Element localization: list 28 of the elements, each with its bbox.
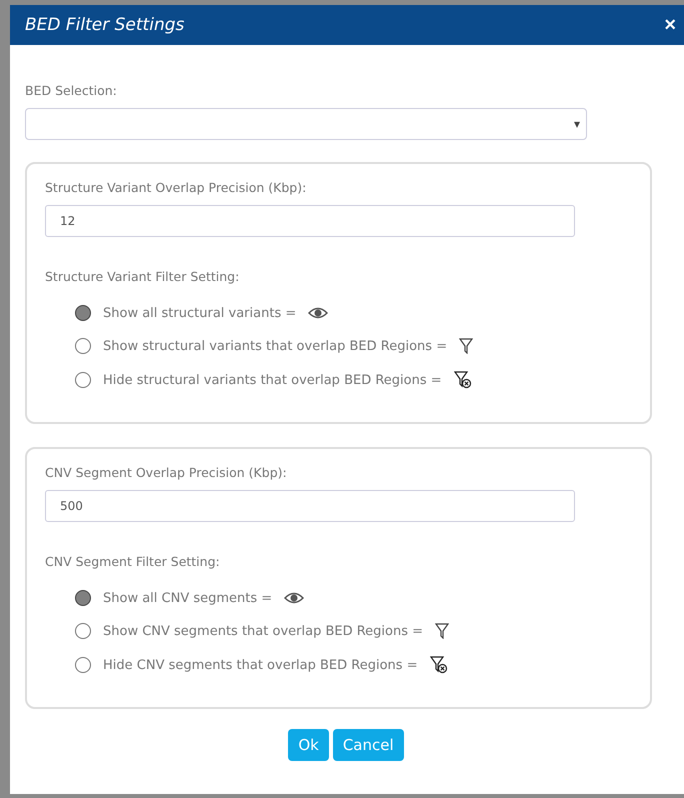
option-label: Show all structural variants = [103, 306, 296, 320]
field-label: Structure Variant Overlap Precision (Kbp): [45, 180, 308, 195]
field-label: CNV Segment Overlap Precision (Kbp): [45, 465, 288, 480]
radio-button[interactable] [75, 623, 91, 639]
radio-button[interactable] [75, 372, 91, 388]
option-label: Show all CNV segments = [103, 590, 272, 606]
precision-field[interactable]: 500 [45, 490, 575, 522]
dialog-title: BED Filter Settings [25, 15, 184, 35]
filter-remove-icon [454, 371, 472, 389]
radio-button[interactable] [75, 305, 91, 321]
bed-select[interactable]: ▾ [25, 108, 587, 140]
close-button[interactable]: × [664, 15, 676, 35]
radio-button[interactable] [75, 590, 91, 606]
filter-icon [459, 338, 474, 354]
field-label: BED Selection: [25, 83, 118, 98]
filter-remove-icon [430, 656, 448, 674]
option-label: Hide CNV segments that overlap BED Regions = [103, 658, 418, 672]
precision-field[interactable]: 12 [45, 205, 575, 237]
group-label: CNV Segment Filter Setting: [45, 554, 221, 569]
eye-icon [284, 592, 304, 604]
radio-button[interactable] [75, 338, 91, 354]
option-label: Hide structural variants that overlap BED Regions = [103, 372, 442, 388]
option-label: Show CNV segments that overlap BED Regions = [103, 624, 424, 638]
group-label: Structure Variant Filter Setting: [45, 269, 240, 284]
radio-button[interactable] [75, 657, 91, 673]
filter-icon [435, 623, 450, 639]
option-label: Show structural variants that overlap BED Regions = [103, 338, 448, 354]
eye-icon [308, 307, 328, 319]
